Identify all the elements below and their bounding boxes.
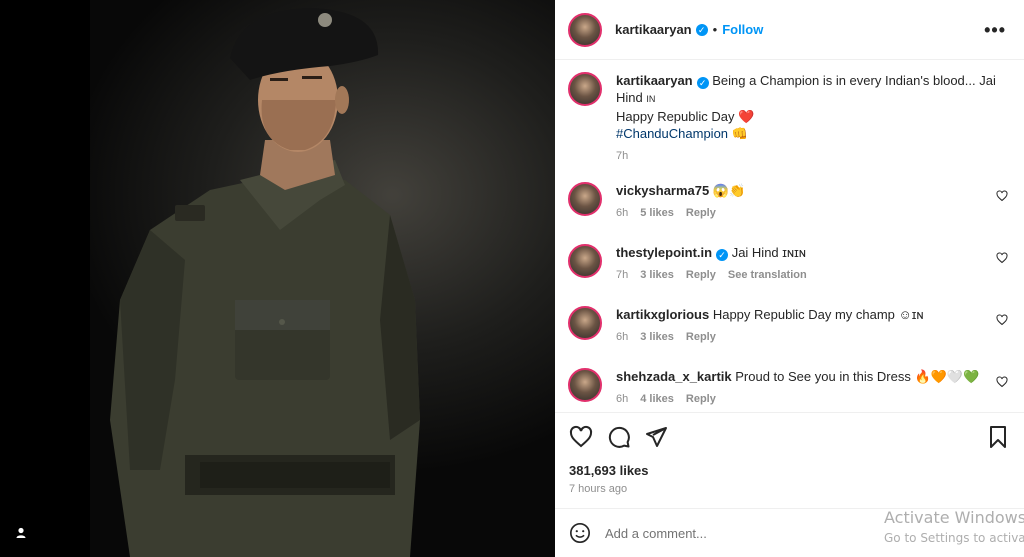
more-options-icon[interactable]: ••• [984,20,1006,41]
like-comment-icon[interactable] [996,314,1008,326]
comment-likes[interactable]: 5 likes [640,207,674,219]
comment-meta: 6h 4 likes Reply [616,391,986,408]
emoji-icon[interactable] [569,522,591,544]
comment-body: shehzada_x_kartik Proud to See you in th… [616,368,986,408]
caption-username[interactable]: kartikaaryan [616,73,693,88]
separator-dot: • [712,22,718,37]
like-comment-icon[interactable] [996,252,1008,264]
add-comment-bar [555,508,1024,557]
comment-text: Jai Hind ɪɴɪɴ [731,245,806,260]
comment-meta: 6h 5 likes Reply [616,205,986,222]
reply-button[interactable]: Reply [686,269,716,281]
comment-time: 6h [616,331,629,343]
like-comment-icon[interactable] [996,376,1008,388]
reply-button[interactable]: Reply [686,207,716,219]
like-comment-icon[interactable] [996,190,1008,202]
comment-meta: 7h 3 likes Reply See translation [616,267,986,284]
user-icon[interactable] [14,526,28,540]
comment-body: kartikxglorious Happy Republic Day my ch… [616,306,986,346]
left-backdrop [0,0,90,557]
comment-time: 7h [616,269,629,281]
comment-item: shehzada_x_kartik Proud to See you in th… [568,368,1008,408]
likes-count[interactable]: 381,693 likes [569,463,649,478]
caption-body: kartikaaryan ✓ Being a Champion is in eve… [616,72,1001,165]
comment-username[interactable]: vickysharma75 [616,183,709,198]
comment-time: 6h [616,393,629,405]
comment-username[interactable]: shehzada_x_kartik [616,369,732,384]
reply-button[interactable]: Reply [686,331,716,343]
comment-likes[interactable]: 3 likes [640,269,674,281]
comment-item: kartikxglorious Happy Republic Day my ch… [568,306,1008,346]
see-translation-button[interactable]: See translation [728,269,807,281]
bookmark-icon[interactable] [986,425,1010,449]
fist-emoji: 👊 [731,126,748,141]
post-header: kartikaaryan ✓ • Follow ••• [555,0,1024,60]
comment-item: vickysharma75 😱👏 6h 5 likes Reply [568,182,1008,222]
comment-time: 6h [616,207,629,219]
verified-icon: ✓ [695,23,708,36]
author-username[interactable]: kartikaaryan [615,22,692,37]
caption-time: 7h [616,150,629,162]
comment-body: thestylepoint.in ✓ Jai Hind ɪɴɪɴ 7h 3 like… [616,244,986,284]
comment-icon[interactable] [607,425,631,449]
verified-icon: ✓ [716,249,729,261]
reply-button[interactable]: Reply [686,393,716,405]
heart-emoji: ❤️ [738,109,755,124]
comment-text: Happy Republic Day my champ ☺ɪɴ [712,307,924,322]
comment-text: 😱👏 [712,183,746,198]
comment-username[interactable]: kartikxglorious [616,307,709,322]
flag-icon: IN [646,94,656,104]
comment-body: vickysharma75 😱👏 6h 5 likes Reply [616,182,986,222]
comment-text: Proud to See you in this Dress 🔥🧡🤍💚 [735,369,980,384]
heart-icon[interactable] [569,425,593,449]
comment-avatar[interactable] [568,306,602,340]
comment-avatar[interactable] [568,182,602,216]
comment-meta: 6h 3 likes Reply [616,329,986,346]
comment-avatar[interactable] [568,244,602,278]
comment-likes[interactable]: 3 likes [640,331,674,343]
soldier-illustration [110,8,420,557]
comment-username[interactable]: thestylepoint.in [616,245,712,260]
comment-item: thestylepoint.in ✓ Jai Hind ɪɴɪɴ 7h 3 like… [568,244,1008,284]
post-actions: 381,693 likes 7 hours ago [555,412,1024,502]
caption-line2: Happy Republic Day [616,109,735,124]
app-root: kartikaaryan ✓ • Follow ••• kartikaaryan… [0,0,1024,557]
share-icon[interactable] [644,425,668,449]
verified-icon: ✓ [696,77,709,89]
post-caption: kartikaaryan ✓ Being a Champion is in eve… [568,72,1008,165]
comment-likes[interactable]: 4 likes [640,393,674,405]
caption-avatar[interactable] [568,72,602,106]
post-timestamp: 7 hours ago [569,483,628,495]
comments-list[interactable]: kartikaaryan ✓ Being a Champion is in eve… [555,60,1024,412]
follow-button[interactable]: Follow [722,22,763,37]
comment-avatar[interactable] [568,368,602,402]
comment-input[interactable] [605,523,905,543]
post-image[interactable] [90,0,555,557]
hashtag-link[interactable]: #ChanduChampion [616,126,728,141]
author-avatar[interactable] [568,12,602,47]
post-side-panel: kartikaaryan ✓ • Follow ••• kartikaaryan… [555,0,1024,557]
caption-meta: 7h [616,148,1001,165]
